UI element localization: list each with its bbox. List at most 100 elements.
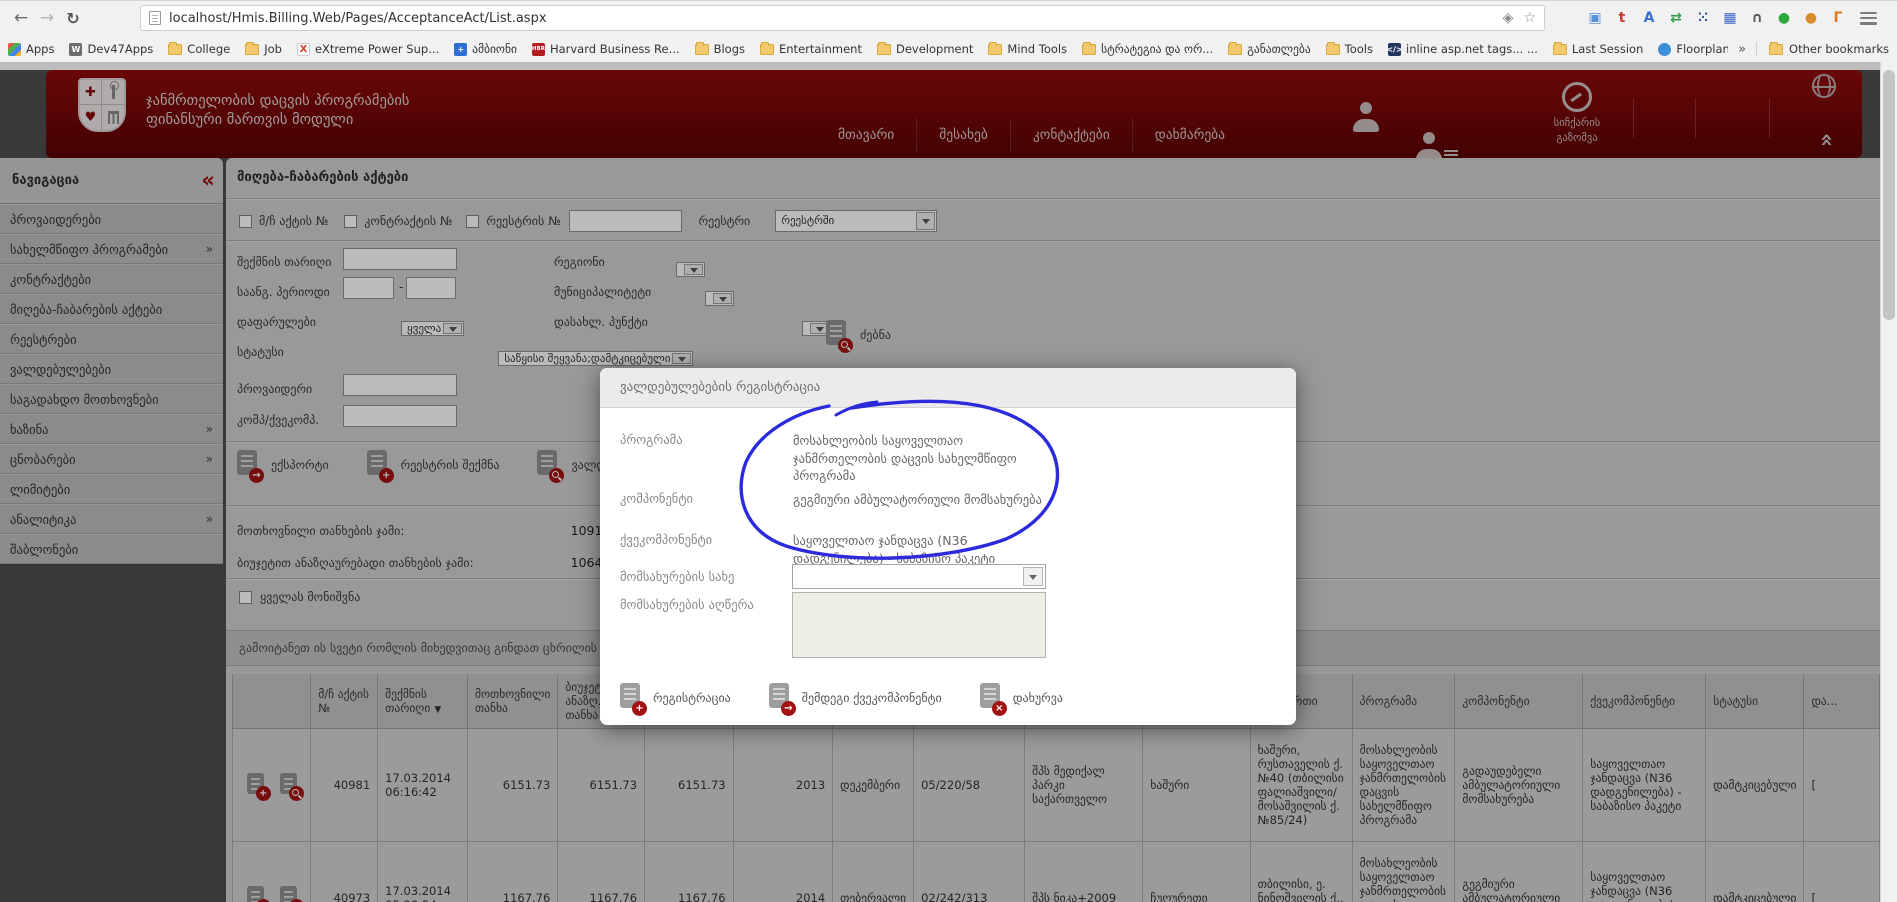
blue-badge-icon: + [454,43,467,56]
folder-icon [1082,44,1096,55]
component-label: კომპონენტი [620,491,693,506]
bookmark-label: Apps [26,42,54,56]
bookmark-label: Job [264,42,282,56]
bookmark-item[interactable]: W Dev47Apps [69,42,153,56]
bookmark-label: Dev47Apps [87,42,153,56]
cookie-icon[interactable]: ● [1802,10,1820,26]
bookmark-label: inline asp.net tags... ... [1406,42,1538,56]
service-desc-label: მომსახურების აღწერა [620,597,754,612]
modal-button-label: დახურვა [1013,691,1063,705]
bookmark-label: განათლება [1247,42,1310,56]
modal-button-label: შემდეგი ქვეკომპონენტი [802,691,942,705]
bookmark-item[interactable]: განათლება [1228,42,1310,56]
modal-button-plus[interactable]: +რეგისტრაცია [620,683,731,712]
folder-icon [245,44,259,55]
folder-icon [877,44,891,55]
app-page: ✚ ♥ ჯანმრთელობის დაცვის პროგრამების ფინა… [0,62,1897,902]
page-icon [149,11,161,25]
modal-title-bar: ვალდებულებების რეგისტრაცია [600,368,1296,408]
bookmark-item[interactable]: Job [245,42,282,56]
menu-icon[interactable] [1860,12,1877,25]
window-icon[interactable]: ▣ [1586,10,1604,26]
bookmark-label: ამბიონი [472,42,517,56]
url-text[interactable]: localhost/Hmis.Billing.Web/Pages/Accepta… [169,11,547,26]
service-type-select[interactable] [792,564,1046,589]
bookmark-label: College [187,42,230,56]
globe-badge-icon [1658,43,1671,56]
bookmark-label: Last Session [1572,42,1644,56]
doc-icon: × [980,683,1000,712]
bookmark-item[interactable]: სტრატეგია და ორ... [1082,42,1213,56]
letter-x-icon: X [297,43,310,56]
bookmark-label: Blogs [714,42,745,56]
bookmarks-bar: Apps W Dev47Apps College Job XeXtreme Power S… [0,35,1897,63]
dots-grid-icon[interactable]: ⁙ [1694,10,1712,26]
pin-icon[interactable]: ● [1775,10,1793,26]
calendar-icon[interactable]: ▦ [1721,10,1739,26]
bookmark-label: Development [896,42,973,56]
close-icon: × [992,701,1007,716]
bookmark-item[interactable]: XeXtreme Power Sup... [297,42,439,56]
subcomponent-value: საყოველთაო ჯანდაცვა (N36 დადგენილება) - … [793,532,1051,567]
forward-icon[interactable]: → [34,8,60,28]
resize-arrows-icon[interactable]: ⇄ [1667,10,1685,26]
back-icon[interactable]: ← [8,8,34,28]
bookmark-item[interactable]: Floorplanner - DEM... [1658,42,1728,56]
move-icon[interactable]: ◈ [1503,10,1514,26]
folder-icon [760,44,774,55]
letter-t-icon[interactable]: t [1613,10,1631,26]
translate-icon[interactable]: A [1640,10,1658,26]
chevron-down-icon [1023,567,1043,586]
bookmark-label: სტრატეგია და ორ... [1101,42,1213,56]
browser-chrome: ← → ↻ localhost/Hmis.Billing.Web/Pages/A… [0,0,1897,62]
service-type-label: მომსახურების სახე [620,569,734,584]
folder-icon [988,44,1002,55]
folder-icon [168,44,182,55]
crane-icon[interactable]: Γ [1829,10,1847,26]
bookmark-label: eXtreme Power Sup... [315,42,439,56]
bookmark-label: Mind Tools [1007,42,1067,56]
bookmark-item[interactable]: HBR Harvard Business Re... [532,42,680,56]
bookmark-item[interactable]: College [168,42,230,56]
folder-icon [1769,44,1783,55]
bookmark-label: Tools [1345,42,1373,56]
program-value: მოსახლეობის საყოველთაო ჯანმრთელობის დაცვ… [793,432,1051,485]
reload-icon[interactable]: ↻ [60,9,86,28]
modal-button-label: რეგისტრაცია [653,691,731,705]
modal-button-arrow[interactable]: → შემდეგი ქვეკომპონენტი [769,683,942,712]
scrollbar-thumb[interactable] [1883,70,1895,320]
obligation-registration-modal: ვალდებულებების რეგისტრაცია პროგრამა მოსა… [600,368,1296,725]
scrollbar[interactable] [1880,62,1897,902]
bookmark-item[interactable]: Last Session [1553,42,1644,56]
modal-buttons: +რეგისტრაცია → შემდეგი ქვეკომპონენტი × დახურ… [620,683,1063,712]
bookmark-item[interactable]: + ამბიონი [454,42,517,56]
bookmark-item[interactable]: Mind Tools [988,42,1067,56]
bookmark-item[interactable]: Entertainment [760,42,862,56]
folder-icon [1553,44,1567,55]
bookmarks-overflow-icon[interactable]: » [1738,42,1746,57]
service-desc-textarea[interactable] [792,592,1046,658]
bookmark-label: Floorplanner - DEM... [1676,42,1728,56]
letter-w-icon: W [69,43,82,56]
program-label: პროგრამა [620,432,683,447]
modal-button-close[interactable]: × დახურვა [980,683,1063,712]
apps-grid-icon [8,43,21,56]
folder-icon [1228,44,1242,55]
bookmark-item[interactable]: Development [877,42,973,56]
folder-icon [695,44,709,55]
url-bar[interactable]: localhost/Hmis.Billing.Web/Pages/Accepta… [140,5,1545,31]
bookmark-label: Harvard Business Re... [550,42,680,56]
other-bookmarks[interactable]: Other bookmarks [1756,42,1889,56]
arrow-icon: → [781,701,796,716]
hbr-badge-icon: HBR [532,43,545,56]
modal-title: ვალდებულებების რეგისტრაცია [620,380,820,395]
bookmark-item[interactable]: </>inline asp.net tags... ... [1388,42,1538,56]
cloud-icon[interactable]: ∩ [1748,10,1766,26]
doc-icon: → [769,683,789,712]
bookmark-item[interactable]: Apps [8,42,54,56]
bookmark-star-icon[interactable]: ☆ [1523,10,1536,26]
subcomponent-label: ქვეკომპონენტი [620,532,712,547]
bookmark-item[interactable]: Blogs [695,42,745,56]
extension-icons: ▣ tA ⇄ ⁙ ▦ ∩ ● ● Γ [1586,1,1877,35]
bookmark-item[interactable]: Tools [1326,42,1373,56]
